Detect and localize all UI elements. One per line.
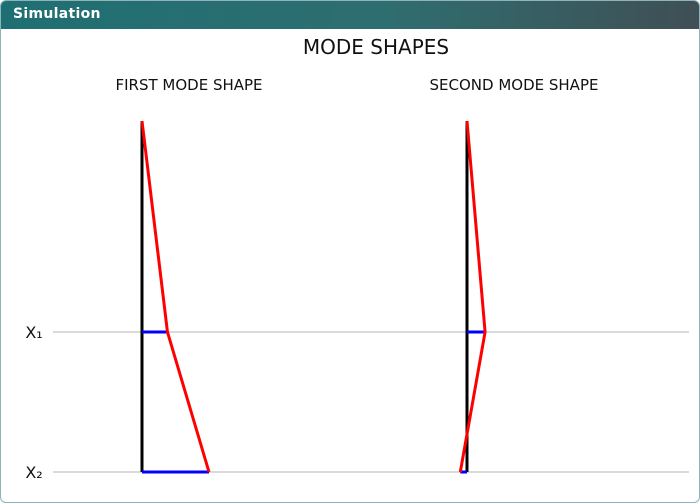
mode-title-2: SECOND MODE SHAPE [430,76,599,94]
mode-title-1: FIRST MODE SHAPE [115,76,262,94]
level-label-x1: X₁ [25,323,42,342]
level-lines: X₁ X₂ [25,323,689,482]
mode-shape-2: SECOND MODE SHAPE [430,76,599,474]
panel-title: Simulation [13,6,101,22]
level-label-x2: X₂ [25,463,42,482]
panel-header: Simulation [1,1,699,29]
mode-plots: FIRST MODE SHAPE SECOND MODE SHAPE [115,76,599,474]
mode-shapes-canvas: MODE SHAPES X₁ X₂ FIRST MODE SHAPE SECOND … [25,35,689,482]
mode-1-deflected-shape [140,120,211,473]
simulation-panel: Simulation MODE SHAPES X₁ X₂ FIRST MODE S… [0,0,700,503]
mode-2-deflected-shape [458,120,487,473]
mode-shape-1: FIRST MODE SHAPE [115,76,263,474]
figure-title: MODE SHAPES [303,35,449,59]
